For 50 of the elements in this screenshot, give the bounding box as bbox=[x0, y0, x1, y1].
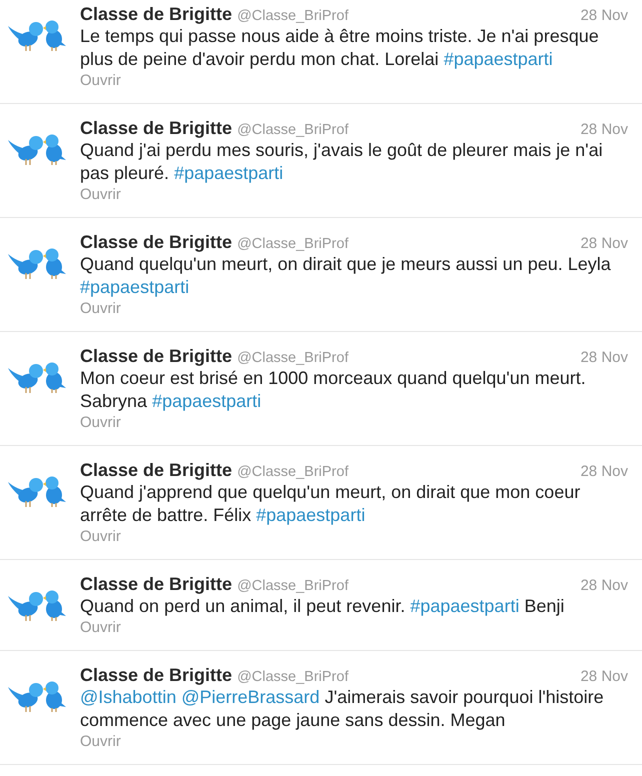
tweet-text: Mon coeur est brisé en 1000 morceaux quand quelqu'un meurt. Sabryna #papaestparti bbox=[80, 367, 587, 413]
open-link[interactable]: Ouvrir bbox=[80, 618, 121, 638]
author-name[interactable]: Classe de Brigitte bbox=[80, 574, 232, 594]
open-link[interactable]: Ouvrir bbox=[80, 71, 121, 91]
tweet-date[interactable]: 28 Nov bbox=[580, 120, 628, 140]
tweet-text: @Ishabottin @PierreBrassard J'aimerais savoir pourquoi l'histoire commence avec une page jaune sans dessin. Megan bbox=[80, 686, 605, 732]
hashtag-link[interactable]: #papaestparti bbox=[80, 277, 190, 297]
tweet-text: Quand on perd un animal, il peut revenir. #papaestparti Benji bbox=[80, 595, 566, 618]
birds-avatar-icon bbox=[8, 132, 66, 166]
birds-avatar-icon bbox=[8, 679, 66, 713]
birds-avatar-icon bbox=[8, 246, 66, 280]
hashtag-link[interactable]: #papaestparti bbox=[174, 163, 284, 183]
author-handle[interactable]: @Classe_BriProf bbox=[237, 6, 348, 26]
author-handle[interactable]: @Classe_BriProf bbox=[237, 234, 348, 254]
open-link[interactable]: Ouvrir bbox=[80, 413, 121, 433]
author-name[interactable]: Classe de Brigitte bbox=[80, 460, 232, 480]
hashtag-link[interactable]: #papaestparti bbox=[152, 391, 262, 411]
author-handle[interactable]: @Classe_BriProf bbox=[237, 348, 348, 368]
author-handle[interactable]: @Classe_BriProf bbox=[237, 667, 348, 687]
birds-avatar-icon bbox=[8, 18, 66, 52]
birds-avatar-icon bbox=[8, 360, 66, 394]
open-link[interactable]: Ouvrir bbox=[80, 732, 121, 752]
tweet-text: Quand j'apprend que quelqu'un meurt, on dirait que mon coeur arrête de battre. Félix #papaestparti bbox=[80, 481, 582, 527]
author-name[interactable]: Classe de Brigitte bbox=[80, 346, 232, 366]
author-name[interactable]: Classe de Brigitte bbox=[80, 232, 232, 252]
author-name[interactable]: Classe de Brigitte bbox=[80, 118, 232, 138]
author-handle[interactable]: @Classe_BriProf bbox=[237, 120, 348, 140]
mention-link[interactable]: @PierreBrassard bbox=[181, 687, 320, 707]
hashtag-link[interactable]: #papaestparti bbox=[256, 505, 366, 525]
tweet-date[interactable]: 28 Nov bbox=[580, 234, 628, 254]
author-name[interactable]: Classe de Brigitte bbox=[80, 4, 232, 24]
birds-avatar-icon bbox=[8, 474, 66, 508]
tweet-date[interactable]: 28 Nov bbox=[580, 6, 628, 26]
author-name[interactable]: Classe de Brigitte bbox=[80, 665, 232, 685]
tweet-date[interactable]: 28 Nov bbox=[580, 462, 628, 482]
tweet-text: Quand quelqu'un meurt, on dirait que je meurs aussi un peu. Leyla #papaestparti bbox=[80, 253, 612, 299]
hashtag-link[interactable]: #papaestparti bbox=[444, 49, 553, 69]
author-handle[interactable]: @Classe_BriProf bbox=[237, 462, 348, 482]
mention-link[interactable]: @Ishabottin bbox=[80, 687, 176, 707]
open-link[interactable]: Ouvrir bbox=[80, 185, 121, 205]
tweet-date[interactable]: 28 Nov bbox=[580, 348, 628, 368]
author-handle[interactable]: @Classe_BriProf bbox=[237, 576, 348, 596]
open-link[interactable]: Ouvrir bbox=[80, 527, 121, 547]
tweet-date[interactable]: 28 Nov bbox=[580, 667, 628, 687]
open-link[interactable]: Ouvrir bbox=[80, 299, 121, 319]
tweet-text: Quand j'ai perdu mes souris, j'avais le goût de pleurer mais je n'ai pas pleuré. #papaestparti bbox=[80, 139, 604, 185]
hashtag-link[interactable]: #papaestparti bbox=[410, 596, 520, 616]
birds-avatar-icon bbox=[8, 588, 66, 622]
tweet-text: Le temps qui passe nous aide à être moins triste. Je n'ai presque plus de peine d'avoir perdu mon chat. Lorelai #papaestparti bbox=[80, 25, 600, 71]
tweet-date[interactable]: 28 Nov bbox=[580, 576, 628, 596]
